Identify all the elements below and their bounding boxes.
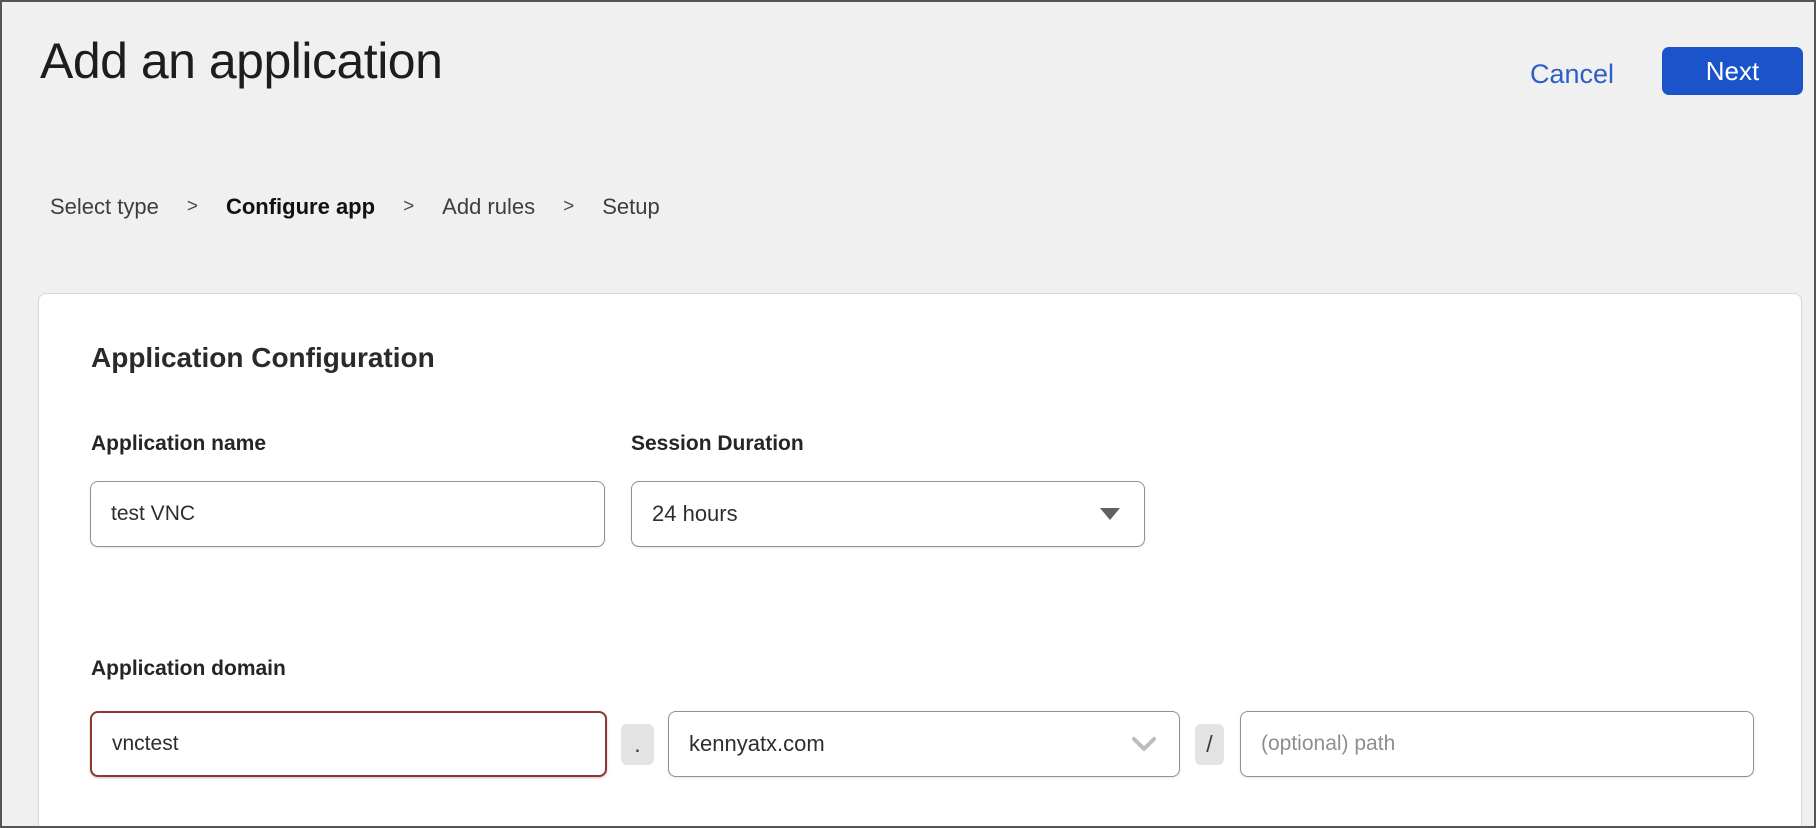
chevron-down-icon — [1131, 736, 1157, 752]
session-duration-select[interactable]: 24 hours — [631, 481, 1145, 547]
application-configuration-card: Application Configuration Application na… — [38, 293, 1802, 828]
caret-down-icon — [1100, 508, 1120, 520]
step-add-rules[interactable]: Add rules — [442, 194, 535, 220]
step-select-type[interactable]: Select type — [50, 194, 159, 220]
session-duration-label: Session Duration — [631, 432, 804, 456]
session-duration-value: 24 hours — [652, 501, 1100, 527]
domain-select[interactable]: kennyatx.com — [668, 711, 1180, 777]
card-heading: Application Configuration — [91, 342, 435, 374]
step-setup[interactable]: Setup — [602, 194, 660, 220]
next-button[interactable]: Next — [1662, 47, 1803, 95]
dot-separator-chip: . — [621, 724, 654, 765]
application-domain-label: Application domain — [91, 657, 286, 681]
slash-separator-chip: / — [1195, 724, 1224, 765]
step-configure-app[interactable]: Configure app — [226, 194, 375, 220]
app-window: Add an application Cancel Next Select ty… — [0, 0, 1816, 828]
breadcrumb: Select type > Configure app > Add rules … — [50, 194, 660, 220]
step-separator: > — [563, 196, 574, 218]
page-title: Add an application — [40, 32, 442, 90]
domain-select-value: kennyatx.com — [689, 731, 1131, 757]
application-name-label: Application name — [91, 432, 266, 456]
subdomain-input[interactable] — [90, 711, 607, 777]
step-separator: > — [403, 196, 414, 218]
path-input[interactable] — [1240, 711, 1754, 777]
cancel-button[interactable]: Cancel — [1530, 59, 1614, 90]
step-separator: > — [187, 196, 198, 218]
application-name-input[interactable] — [90, 481, 605, 547]
